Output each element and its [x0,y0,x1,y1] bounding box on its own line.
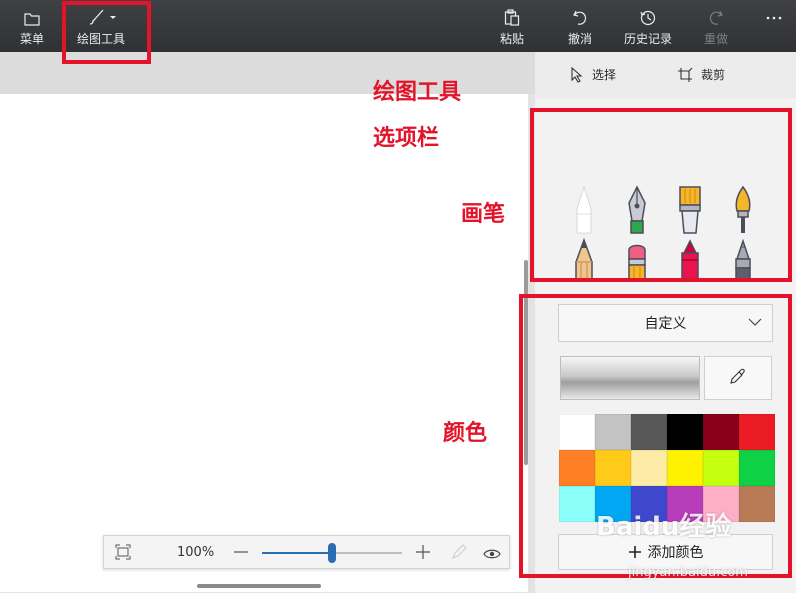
fit-to-window-icon[interactable] [115,544,131,564]
undo-button[interactable]: 撤消 [562,0,598,52]
undo-label: 撤消 [567,32,592,46]
brush-highlight-box [530,108,792,282]
zoom-percent: 100% [177,545,215,560]
baidu-watermark-logo: Baidu经验 [596,512,732,542]
view-eye-icon[interactable] [483,545,501,564]
horizontal-scrollbar[interactable] [197,584,321,588]
zoom-slider-thumb[interactable] [328,543,336,563]
clipboard-icon [504,0,520,26]
history-label: 历史记录 [623,32,672,46]
color-annotation: 颜色 [443,421,488,446]
brush-annotation: 画笔 [461,202,506,227]
redo-label: 重做 [703,32,728,46]
history-button[interactable]: 历史记录 [620,0,676,52]
zoom-out-icon[interactable] [233,544,249,564]
menu-label: 菜单 [19,32,44,46]
redo-icon [708,0,724,26]
zoom-in-icon[interactable] [415,544,431,564]
selection-tools: 选择 裁剪 [535,52,796,98]
zoom-slider-fill [262,552,332,554]
folder-icon [24,0,40,26]
crop-label: 裁剪 [701,68,726,82]
undo-icon [572,0,588,26]
draw-tools-highlight-box [62,1,151,64]
baidu-watermark-url: jingyan.baidu.com [628,565,748,580]
zoom-bar: 100% [103,535,510,569]
options-bar-annotation: 选项栏 [373,126,440,151]
drawing-canvas[interactable] [0,94,528,592]
paste-button[interactable]: 粘贴 [494,0,530,52]
redo-button[interactable]: 重做 [700,0,732,52]
crop-button[interactable]: 裁剪 [677,66,725,83]
paste-label: 粘贴 [499,32,524,46]
more-icon [766,0,782,20]
history-icon [639,0,657,26]
more-button[interactable] [760,0,788,52]
menu-button[interactable]: 菜单 [14,0,50,52]
select-label: 选择 [592,68,617,82]
draw-tools-annotation: 绘图工具 [373,80,462,105]
pen-touch-icon[interactable] [450,543,468,565]
cursor-icon [571,66,583,83]
zoom-slider-track[interactable] [262,543,402,563]
crop-icon [678,67,693,82]
canvas-workspace [0,52,535,593]
select-button[interactable]: 选择 [570,66,616,83]
